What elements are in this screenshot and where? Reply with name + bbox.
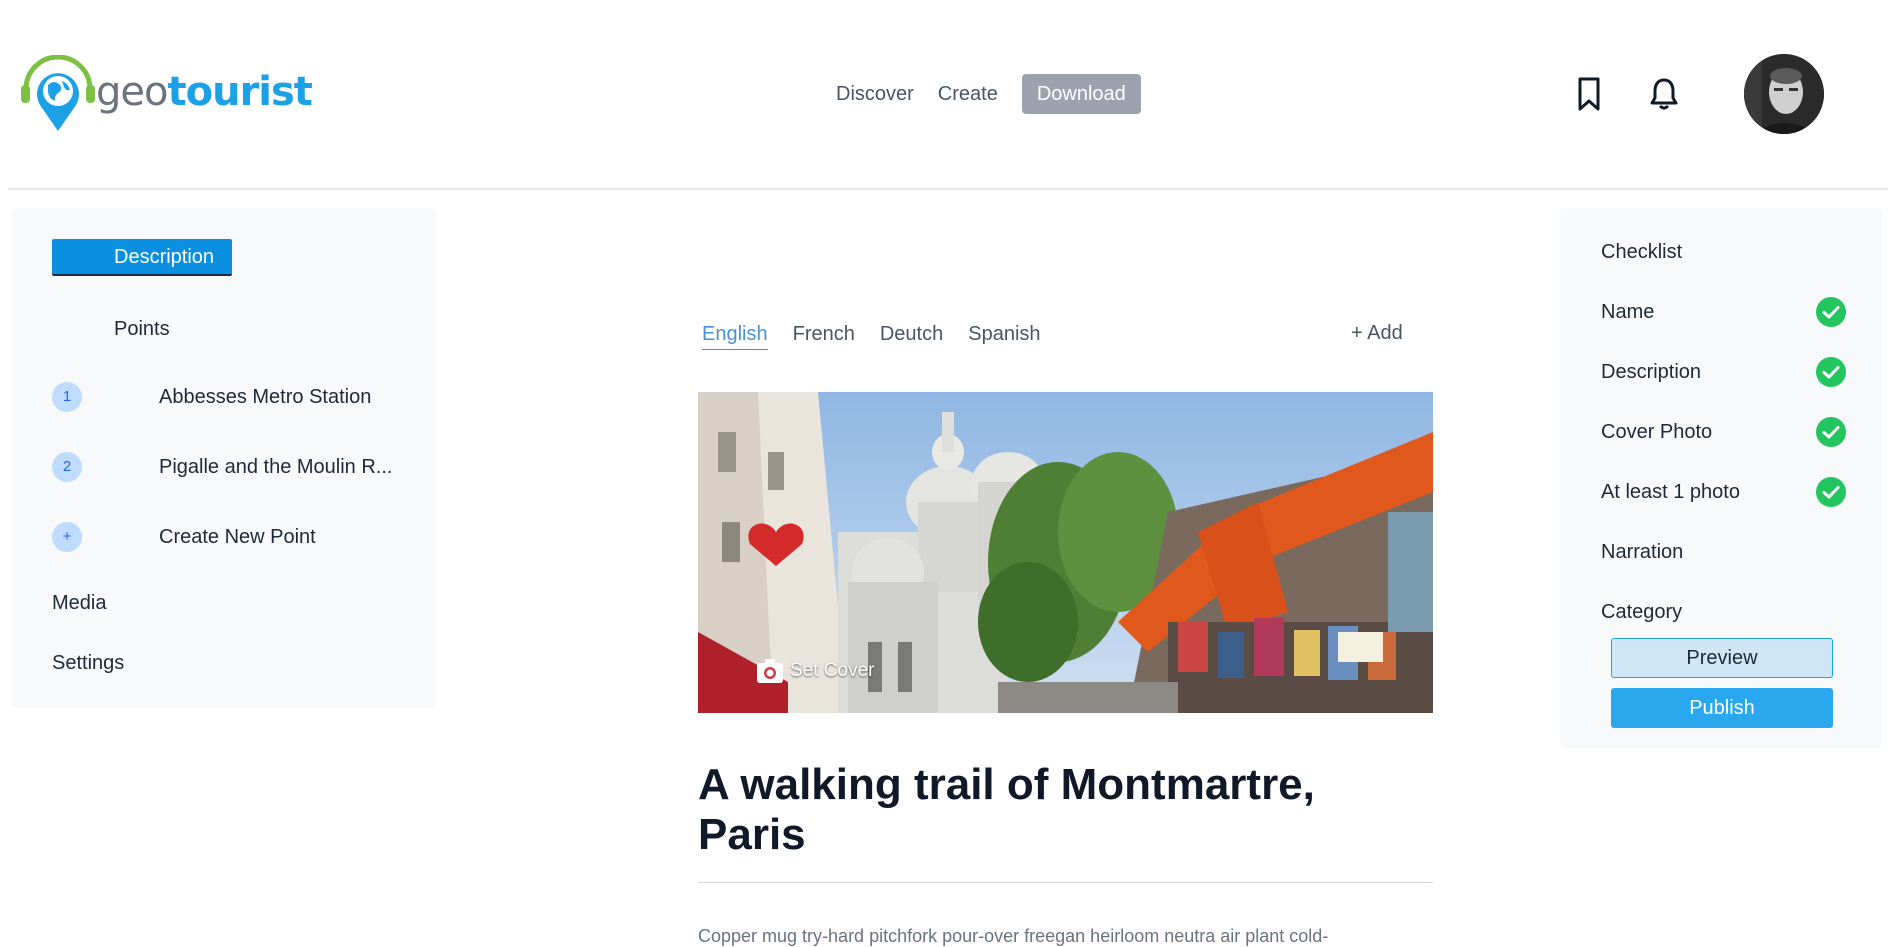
tab-deutch[interactable]: Deutch [880, 319, 943, 349]
checklist-label: Category [1601, 601, 1683, 623]
point-number-badge: 2 [52, 452, 82, 482]
avatar-photo [1744, 54, 1824, 134]
checklist-label: Cover Photo [1601, 421, 1713, 443]
checklist-item-description: Description [1601, 356, 1847, 388]
add-language-button[interactable]: + Add [1351, 318, 1403, 348]
bookmark-glyph [1578, 77, 1600, 111]
set-cover-button[interactable]: Set Cover [756, 656, 874, 686]
avatar[interactable] [1744, 54, 1824, 134]
sidebar-item-media[interactable]: Media [52, 592, 106, 615]
publish-button[interactable]: Publish [1611, 688, 1833, 728]
sidebar-item-description[interactable]: Description [52, 239, 232, 276]
bookmark-icon[interactable] [1572, 76, 1606, 112]
geotourist-logo[interactable]: geotourist [20, 55, 330, 135]
checklist-item-cover-photo: Cover Photo [1601, 416, 1847, 448]
top-header: geotourist Discover Create Download [0, 0, 1895, 190]
point-number-badge: 1 [52, 382, 82, 412]
checklist-label: Narration [1601, 541, 1684, 563]
checklist-label: Description [1601, 361, 1702, 383]
logo-text-geo: geo [96, 69, 168, 115]
title-divider [698, 882, 1433, 883]
checklist-item-photo: At least 1 photo [1601, 476, 1847, 508]
download-button[interactable]: Download [1021, 74, 1141, 114]
sidebar-item-settings[interactable]: Settings [52, 652, 124, 675]
tab-spanish[interactable]: Spanish [968, 319, 1040, 349]
preview-button[interactable]: Preview [1611, 638, 1833, 678]
editor-sidebar: Description Points 1 Abbesses Metro Stat… [12, 208, 436, 708]
checklist-label: At least 1 photo [1601, 481, 1740, 503]
bell-glyph [1650, 78, 1678, 110]
main-nav: Discover Create Download [824, 74, 1141, 114]
sidebar-point-2[interactable]: Pigalle and the Moulin R... [159, 456, 392, 479]
logo-wordmark: geotourist [96, 69, 313, 115]
globe-pin-headphones-icon [21, 55, 95, 131]
language-tabs: English French Deutch Spanish [702, 318, 1066, 350]
checklist-item-name: Name [1601, 296, 1847, 328]
check-circle-icon [1816, 297, 1846, 327]
tab-english[interactable]: English [702, 319, 768, 350]
tour-description-text[interactable]: Copper mug try-hard pitchfork pour-over … [698, 926, 1433, 947]
checklist-heading: Checklist [1601, 241, 1683, 263]
camera-icon [757, 659, 783, 683]
checklist-panel: Checklist Name Description Cover Photo A… [1560, 208, 1882, 748]
add-point-badge: + [52, 522, 82, 552]
checklist-label: Name [1601, 301, 1655, 323]
check-circle-icon [1816, 357, 1846, 387]
check-circle-icon [1816, 477, 1846, 507]
check-circle-icon [1816, 417, 1846, 447]
tour-title[interactable]: A walking trail of Montmartre, Paris [698, 760, 1433, 860]
checklist-item-category: Category [1601, 596, 1847, 628]
checklist-item-narration: Narration [1601, 536, 1847, 568]
nav-discover[interactable]: Discover [824, 74, 926, 114]
nav-create[interactable]: Create [926, 74, 1010, 114]
header-divider [8, 188, 1888, 190]
tab-french[interactable]: French [793, 319, 855, 349]
cover-photo: Set Cover [698, 392, 1433, 713]
set-cover-label: Set Cover [790, 660, 875, 681]
checklist-heading-row: Checklist [1601, 236, 1847, 268]
bell-icon[interactable] [1647, 76, 1681, 112]
sidebar-item-points[interactable]: Points [114, 318, 170, 341]
create-new-point-link[interactable]: Create New Point [159, 526, 316, 549]
sidebar-point-1[interactable]: Abbesses Metro Station [159, 386, 371, 409]
logo-text-tourist: tourist [167, 69, 312, 115]
